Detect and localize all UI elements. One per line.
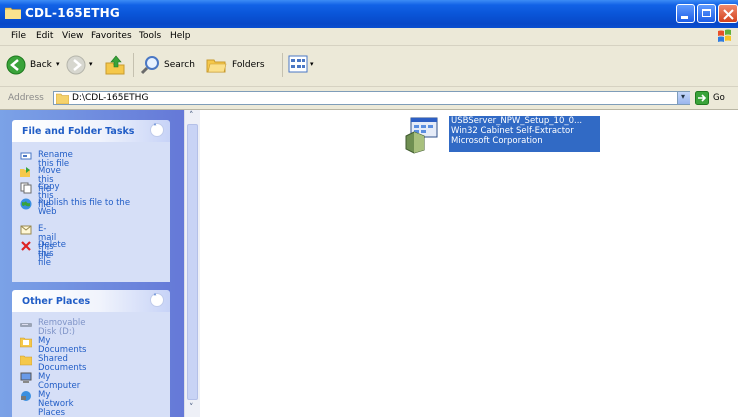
publish-icon (20, 198, 32, 210)
go-arrow-icon (695, 91, 709, 105)
back-arrow-icon (6, 55, 26, 75)
chevron-down-icon: ▾ (681, 92, 686, 101)
forward-dropdown-icon[interactable]: ▾ (89, 60, 93, 68)
scroll-up-icon[interactable]: ˄ (189, 111, 194, 121)
go-button[interactable]: Go (695, 91, 735, 105)
other-places-header[interactable]: Other Places ˄ (12, 290, 170, 312)
delete-icon (21, 241, 31, 251)
folder-icon (20, 355, 32, 366)
file-name: USBServer_NPW_Setup_10_0... (451, 116, 583, 126)
file-tasks-title: File and Folder Tasks (22, 126, 135, 137)
installer-icon (405, 117, 438, 154)
minimize-icon (681, 16, 688, 19)
views-button[interactable]: ▾ (288, 55, 318, 75)
removable-disk-icon (20, 323, 32, 327)
file-tasks-body: Rename this file Move this file Copy thi… (12, 142, 170, 282)
rename-icon (20, 152, 32, 160)
back-label: Back (30, 60, 52, 70)
forward-arrow-icon (66, 55, 86, 75)
address-value: D:\CDL-165ETHG (72, 93, 149, 103)
search-button[interactable]: Search (140, 54, 202, 76)
other-places-title: Other Places (22, 296, 91, 307)
folders-icon (206, 59, 227, 73)
file-label: USBServer_NPW_Setup_10_0... Win32 Cabine… (449, 116, 600, 152)
back-button[interactable]: Back ▾ (6, 54, 61, 76)
menu-view[interactable]: View (62, 31, 83, 41)
folders-button[interactable]: Folders (206, 54, 274, 76)
email-icon (20, 225, 32, 235)
close-button[interactable] (718, 4, 738, 23)
go-label: Go (713, 93, 725, 103)
scrollbar[interactable]: ˄ ˅ (184, 110, 201, 417)
views-icon (288, 55, 308, 73)
toolbar: Back ▾ ▾ Search Folders ▾ (0, 46, 738, 87)
file-tasks-header[interactable]: File and Folder Tasks ˄ (12, 120, 170, 142)
menu-file[interactable]: File (11, 31, 26, 41)
menu-tools[interactable]: Tools (139, 31, 161, 41)
file-list-pane[interactable]: USBServer_NPW_Setup_10_0... Win32 Cabine… (200, 110, 738, 417)
folder-icon (20, 337, 32, 348)
menu-bar: File Edit View Favorites Tools Help (0, 28, 738, 46)
menu-edit[interactable]: Edit (36, 31, 53, 41)
scroll-down-icon[interactable]: ˅ (189, 403, 194, 413)
copy-icon (20, 182, 32, 194)
restore-icon (702, 9, 711, 17)
scrollbar-thumb[interactable] (187, 124, 198, 400)
collapse-button[interactable]: ˄ (150, 293, 164, 307)
maximize-button[interactable] (697, 4, 716, 23)
search-label: Search (164, 60, 195, 70)
chevron-up-icon: ˄ (153, 123, 157, 132)
close-icon (723, 9, 734, 20)
address-bar: Address D:\CDL-165ETHG ▾ Go (0, 87, 738, 110)
computer-icon (20, 372, 32, 383)
folder-icon (5, 7, 21, 19)
menu-favorites[interactable]: Favorites (91, 31, 132, 41)
back-dropdown-icon[interactable]: ▾ (56, 60, 60, 68)
up-folder-button[interactable] (104, 54, 126, 76)
chevron-up-icon: ˄ (153, 293, 157, 302)
collapse-button[interactable]: ˄ (150, 123, 164, 137)
address-dropdown-button[interactable]: ▾ (677, 92, 690, 104)
forward-button[interactable]: ▾ (66, 55, 96, 75)
views-dropdown-icon[interactable]: ▾ (310, 60, 314, 68)
move-icon (20, 167, 30, 177)
windows-logo-icon (716, 29, 734, 44)
address-input[interactable]: D:\CDL-165ETHG ▾ (53, 91, 690, 105)
address-label: Address (8, 93, 44, 103)
folders-label: Folders (232, 60, 265, 70)
window-title: CDL-165ETHG (25, 6, 120, 20)
search-icon (140, 56, 159, 75)
minimize-button[interactable] (676, 4, 695, 23)
menu-help[interactable]: Help (170, 31, 191, 41)
other-places-body: Removable Disk (D:) My Documents Shared … (12, 312, 170, 418)
file-company: Microsoft Corporation (451, 136, 543, 146)
file-type: Win32 Cabinet Self-Extractor (451, 126, 574, 136)
folder-icon (56, 93, 69, 104)
title-bar[interactable]: CDL-165ETHG (0, 0, 738, 28)
task-pane: File and Folder Tasks ˄ Rename this file… (0, 110, 200, 418)
file-item[interactable]: USBServer_NPW_Setup_10_0... Win32 Cabine… (405, 116, 600, 162)
network-icon (21, 391, 31, 401)
